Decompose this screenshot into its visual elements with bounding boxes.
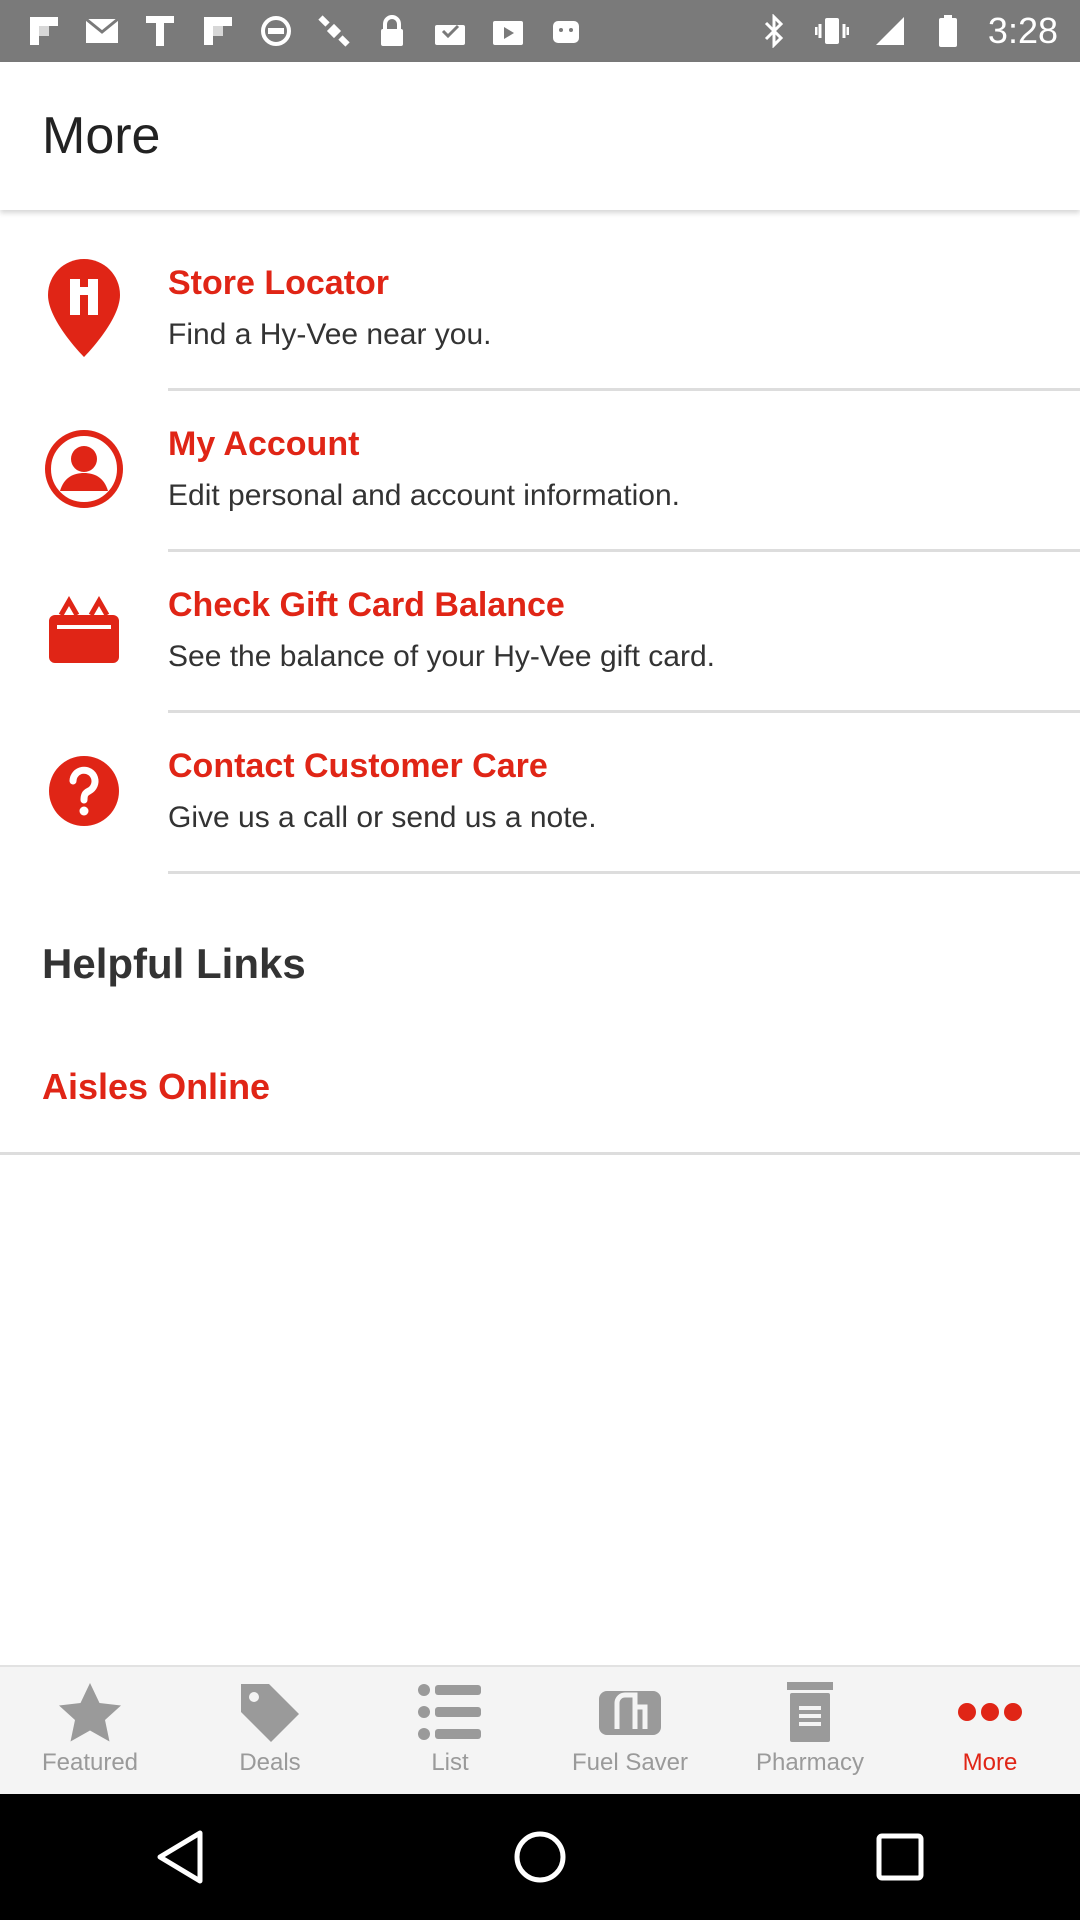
- tab-label: Featured: [41, 1749, 139, 1776]
- satellite-icon: [316, 13, 352, 49]
- tab-label: List: [431, 1749, 469, 1776]
- flipboard-icon: [200, 13, 236, 49]
- gift-card-icon: [42, 580, 126, 680]
- tab-label: Pharmacy: [755, 1749, 865, 1776]
- bottom-tab-bar: Featured Deals List Fuel Saver Pharmacy …: [0, 1665, 1080, 1796]
- menu-item-description: See the balance of your Hy-Vee gift card…: [168, 640, 715, 673]
- system-navigation-bar: [0, 1794, 1080, 1920]
- menu-item-title: Store Locator: [168, 264, 390, 302]
- menu-item-description: Give us a call or send us a note.: [168, 801, 597, 834]
- status-bar: 3:28: [0, 0, 1080, 62]
- text-icon: [142, 13, 178, 49]
- menu-item-title: Contact Customer Care: [168, 747, 548, 785]
- pharmacy-icon: [775, 1679, 845, 1745]
- tab-list[interactable]: List: [360, 1667, 540, 1796]
- list-icon: [415, 1679, 485, 1745]
- menu-item-my-account[interactable]: My Account Edit personal and account inf…: [0, 391, 1080, 552]
- tab-label: Deals: [239, 1749, 301, 1776]
- tab-pharmacy[interactable]: Pharmacy: [720, 1667, 900, 1796]
- status-time: 3:28: [987, 10, 1058, 51]
- aisles-online-link[interactable]: Aisles Online: [42, 1066, 270, 1108]
- menu-item-description: Edit personal and account information.: [168, 479, 680, 512]
- signal-icon: [872, 13, 908, 49]
- lock-icon: [374, 13, 410, 49]
- helpful-links-heading: Helpful Links: [42, 940, 306, 987]
- battery-icon: [930, 13, 966, 49]
- help-icon: [42, 741, 126, 841]
- menu-item-customer-care[interactable]: Contact Customer Care Give us a call or …: [0, 713, 1080, 874]
- tab-label: More: [962, 1749, 1018, 1776]
- more-menu-list: Store Locator Find a Hy-Vee near you. My…: [0, 230, 1080, 874]
- tab-label: Fuel Saver: [571, 1749, 689, 1776]
- tab-more[interactable]: More: [900, 1667, 1080, 1796]
- recents-icon[interactable]: [860, 1817, 940, 1897]
- link-row-aisles-online[interactable]: Aisles Online: [0, 1048, 1080, 1155]
- fuel-icon: [595, 1679, 665, 1745]
- mail-icon: [84, 13, 120, 49]
- download-icon: [432, 13, 468, 49]
- system-status: 3:28: [756, 0, 1058, 62]
- menu-item-title: My Account: [168, 425, 360, 463]
- menu-item-gift-card-balance[interactable]: Check Gift Card Balance See the balance …: [0, 552, 1080, 713]
- more-dots-icon: [955, 1679, 1025, 1745]
- menu-item-description: Find a Hy-Vee near you.: [168, 318, 492, 351]
- notification-icons: [0, 13, 584, 49]
- star-icon: [55, 1679, 125, 1745]
- tag-icon: [235, 1679, 305, 1745]
- android-icon: [548, 13, 584, 49]
- flipboard-icon: [26, 13, 62, 49]
- tab-fuel-saver[interactable]: Fuel Saver: [540, 1667, 720, 1796]
- tab-deals[interactable]: Deals: [180, 1667, 360, 1796]
- home-icon[interactable]: [500, 1817, 580, 1897]
- back-icon[interactable]: [140, 1817, 220, 1897]
- account-icon: [42, 419, 126, 519]
- play-store-icon: [490, 13, 526, 49]
- app-header: More: [0, 62, 1080, 210]
- divider: [168, 871, 1080, 874]
- page-title: More: [42, 107, 161, 165]
- vpn-icon: [258, 13, 294, 49]
- location-pin-icon: [42, 258, 126, 358]
- tab-featured[interactable]: Featured: [0, 1667, 180, 1796]
- vibrate-icon: [814, 13, 850, 49]
- menu-item-title: Check Gift Card Balance: [168, 586, 565, 624]
- bluetooth-icon: [756, 13, 792, 49]
- menu-item-store-locator[interactable]: Store Locator Find a Hy-Vee near you.: [0, 230, 1080, 391]
